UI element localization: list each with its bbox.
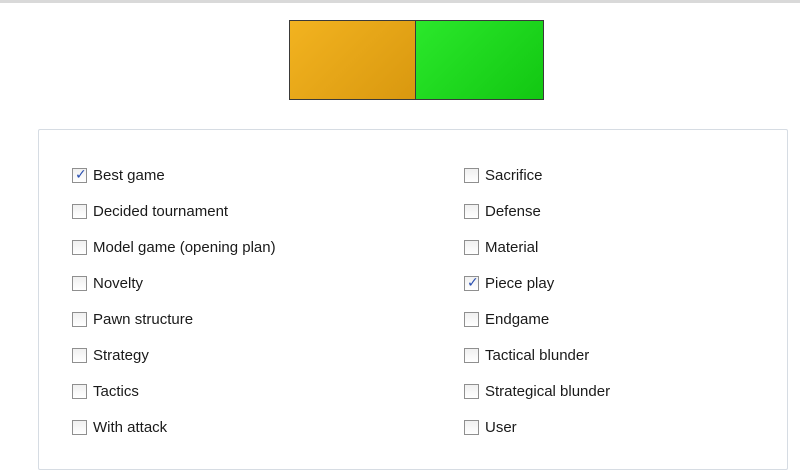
game-classification-panel: ✓ Best game ✓ Decided tournament ✓ Model… <box>0 0 800 475</box>
option-label: Strategy <box>93 347 149 364</box>
checkbox[interactable]: ✓ <box>464 168 479 183</box>
option-label: Strategical blunder <box>485 383 611 400</box>
option-sacrifice[interactable]: ✓ Sacrifice <box>464 166 610 185</box>
top-divider <box>0 0 800 3</box>
option-label: Decided tournament <box>93 203 229 220</box>
checkbox[interactable]: ✓ <box>72 384 87 399</box>
option-label: Novelty <box>93 275 144 292</box>
option-user[interactable]: ✓ User <box>464 418 610 437</box>
checkbox[interactable]: ✓ <box>464 384 479 399</box>
checkbox[interactable]: ✓ <box>72 276 87 291</box>
check-icon: ✓ <box>75 167 87 183</box>
option-label: With attack <box>93 419 168 436</box>
option-pawn-structure[interactable]: ✓ Pawn structure <box>72 310 276 329</box>
option-endgame[interactable]: ✓ Endgame <box>464 310 610 329</box>
option-label: Defense <box>485 203 541 220</box>
checkbox[interactable]: ✓ <box>72 348 87 363</box>
checkbox[interactable]: ✓ <box>72 312 87 327</box>
option-label: Sacrifice <box>485 167 543 184</box>
checkbox[interactable]: ✓ <box>464 240 479 255</box>
option-label: Piece play <box>485 275 555 292</box>
color-swatch-bar[interactable] <box>289 20 544 100</box>
color-swatch-green[interactable] <box>416 21 543 99</box>
option-novelty[interactable]: ✓ Novelty <box>72 274 276 293</box>
classification-checkbox-group: ✓ Best game ✓ Decided tournament ✓ Model… <box>38 129 788 470</box>
option-label: Best game <box>93 167 165 184</box>
option-with-attack[interactable]: ✓ With attack <box>72 418 276 437</box>
checkbox[interactable]: ✓ <box>72 167 87 183</box>
option-strategy[interactable]: ✓ Strategy <box>72 346 276 365</box>
checkbox[interactable]: ✓ <box>464 348 479 363</box>
option-model-game[interactable]: ✓ Model game (opening plan) <box>72 238 276 257</box>
option-strategical-blunder[interactable]: ✓ Strategical blunder <box>464 382 610 401</box>
option-label: Material <box>485 239 539 256</box>
option-material[interactable]: ✓ Material <box>464 238 610 257</box>
option-piece-play[interactable]: ✓ Piece play <box>464 274 610 293</box>
option-label: Tactics <box>93 383 139 400</box>
option-tactical-blunder[interactable]: ✓ Tactical blunder <box>464 346 610 365</box>
checkbox-column-right: ✓ Sacrifice ✓ Defense ✓ Material ✓ Piece… <box>464 166 610 437</box>
color-swatch-orange[interactable] <box>290 21 416 99</box>
option-best-game[interactable]: ✓ Best game <box>72 166 276 185</box>
checkbox[interactable]: ✓ <box>72 204 87 219</box>
option-label: Endgame <box>485 311 550 328</box>
checkbox[interactable]: ✓ <box>72 240 87 255</box>
option-label: Model game (opening plan) <box>93 239 276 256</box>
option-decided-tournament[interactable]: ✓ Decided tournament <box>72 202 276 221</box>
check-icon: ✓ <box>467 275 479 291</box>
option-label: Tactical blunder <box>485 347 590 364</box>
checkbox[interactable]: ✓ <box>464 420 479 435</box>
checkbox[interactable]: ✓ <box>464 204 479 219</box>
option-tactics[interactable]: ✓ Tactics <box>72 382 276 401</box>
checkbox-column-left: ✓ Best game ✓ Decided tournament ✓ Model… <box>72 166 276 437</box>
option-defense[interactable]: ✓ Defense <box>464 202 610 221</box>
option-label: Pawn structure <box>93 311 194 328</box>
checkbox[interactable]: ✓ <box>464 275 479 291</box>
option-label: User <box>485 419 517 436</box>
checkbox[interactable]: ✓ <box>72 420 87 435</box>
checkbox[interactable]: ✓ <box>464 312 479 327</box>
